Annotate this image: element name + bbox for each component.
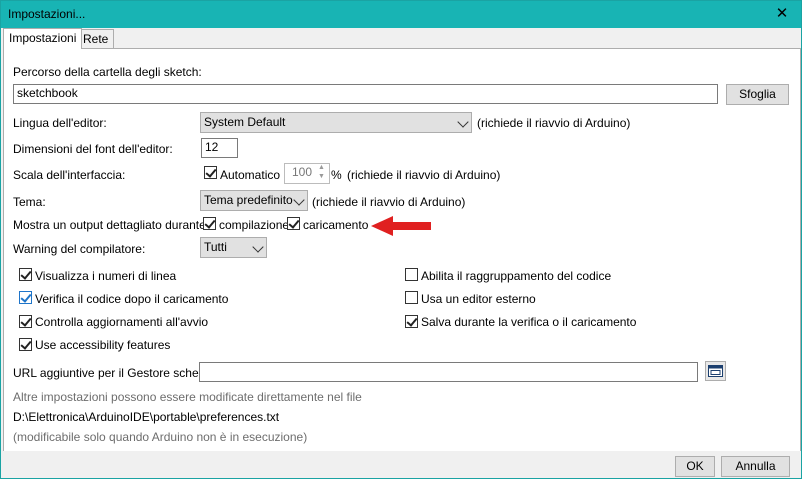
chevron-down-icon	[293, 194, 305, 206]
verify-after-upload-label: Verifica il codice dopo il caricamento	[35, 292, 229, 306]
auto-scale-label: Automatico	[220, 168, 281, 182]
window-list-glyph	[708, 365, 723, 377]
verify-after-upload-checkbox[interactable]	[19, 291, 32, 304]
theme-label: Tema:	[13, 195, 46, 209]
editor-language-select[interactable]: System Default	[200, 112, 472, 133]
verbose-output-label: Mostra un output dettagliato durante:	[13, 218, 210, 232]
prefs-path-text[interactable]: D:\Elettronica\ArduinoIDE\portable\prefe…	[13, 410, 279, 424]
tab-rete[interactable]: Rete	[77, 29, 115, 48]
ok-button[interactable]: OK	[675, 456, 715, 477]
external-editor-checkbox[interactable]	[405, 291, 418, 304]
editor-language-note: (richiede il riavvio di Arduino)	[477, 116, 631, 130]
accessibility-label: Use accessibility features	[35, 338, 171, 352]
more-prefs-text: Altre impostazioni possono essere modifi…	[13, 390, 362, 404]
check-updates-label: Controlla aggiornamenti all'avvio	[35, 315, 209, 329]
save-on-verify-label: Salva durante la verifica o il caricamen…	[421, 315, 637, 329]
window-title: Impostazioni...	[8, 7, 86, 21]
board-urls-label: URL aggiuntive per il Gestore schede:	[13, 366, 216, 380]
verbose-compile-checkbox[interactable]	[203, 217, 216, 230]
external-editor-label: Usa un editor esterno	[421, 292, 536, 306]
preferences-dialog: Impostazioni... ✕ Impostazioni Rete Perc…	[0, 0, 802, 479]
sketch-folder-input[interactable]: sketchbook	[13, 84, 718, 104]
scale-unit: %	[331, 168, 342, 182]
verbose-compile-label: compilazione	[219, 218, 290, 232]
chevron-down-icon	[457, 116, 469, 128]
button-bar: OK Annulla	[1, 451, 801, 478]
cancel-button[interactable]: Annulla	[721, 456, 790, 477]
red-arrow-annotation	[371, 216, 431, 236]
check-updates-checkbox[interactable]	[19, 315, 32, 328]
compiler-warnings-value: Tutti	[204, 240, 227, 254]
tab-impostazioni[interactable]: Impostazioni	[3, 28, 83, 49]
scale-value: 100	[291, 165, 312, 179]
chevron-down-icon	[252, 241, 264, 253]
close-icon[interactable]: ✕	[771, 4, 793, 24]
sketch-folder-label: Percorso della cartella degli sketch:	[13, 65, 202, 79]
accessibility-checkbox[interactable]	[19, 338, 32, 351]
verbose-upload-checkbox[interactable]	[287, 217, 300, 230]
browse-button[interactable]: Sfoglia	[726, 84, 789, 105]
auto-scale-checkbox[interactable]	[204, 166, 217, 179]
interface-scale-note: (richiede il riavvio di Arduino)	[347, 168, 501, 182]
compiler-warnings-label: Warning del compilatore:	[13, 242, 146, 256]
line-numbers-label: Visualizza i numeri di linea	[35, 269, 177, 283]
code-folding-label: Abilita il raggruppamento del codice	[421, 269, 612, 283]
save-on-verify-checkbox[interactable]	[405, 315, 418, 328]
verbose-upload-label: caricamento	[303, 218, 369, 232]
title-bar: Impostazioni... ✕	[1, 1, 801, 28]
line-numbers-checkbox[interactable]	[19, 268, 32, 281]
spinner-arrows-icon[interactable]: ▲ ▼	[318, 163, 325, 181]
editor-language-label: Lingua dell'editor:	[13, 116, 107, 130]
font-size-label: Dimensioni del font dell'editor:	[13, 142, 173, 156]
interface-scale-label: Scala dell'interfaccia:	[13, 168, 126, 182]
theme-note: (richiede il riavvio di Arduino)	[312, 195, 466, 209]
editor-language-value: System Default	[204, 115, 286, 129]
compiler-warnings-select[interactable]: Tutti	[200, 237, 267, 258]
font-size-input[interactable]: 12	[201, 138, 238, 158]
edit-note-text: (modificabile solo quando Arduino non è …	[13, 430, 308, 444]
theme-select[interactable]: Tema predefinito	[200, 190, 308, 211]
window-list-icon[interactable]	[705, 361, 726, 381]
theme-value: Tema predefinito	[204, 193, 293, 207]
board-urls-input[interactable]	[199, 362, 698, 382]
settings-panel: Percorso della cartella degli sketch: sk…	[3, 48, 801, 452]
code-folding-checkbox[interactable]	[405, 268, 418, 281]
